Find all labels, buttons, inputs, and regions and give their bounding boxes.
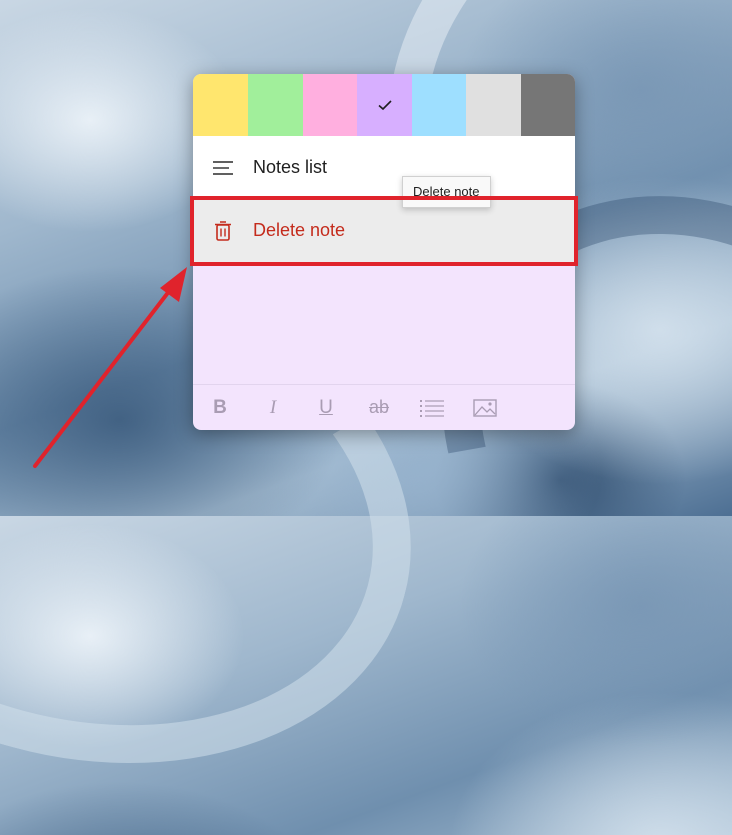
bulleted-list-icon[interactable]: [419, 395, 445, 421]
color-swatch-green[interactable]: [248, 74, 303, 136]
notes-list-label: Notes list: [253, 157, 328, 177]
strikethrough-button[interactable]: ab: [366, 395, 392, 421]
notes-list-menu-item[interactable]: Notes list: [193, 136, 575, 199]
sticky-note-menu: Notes list Delete note B I U ab: [193, 74, 575, 430]
color-swatch-blue[interactable]: [412, 74, 466, 136]
formatting-toolbar: B I U ab: [193, 384, 575, 430]
delete-note-menu-item[interactable]: Delete note: [193, 199, 575, 262]
hamburger-icon: [212, 157, 234, 179]
checkmark-icon: [377, 100, 392, 111]
image-icon[interactable]: [472, 395, 498, 421]
color-swatch-purple[interactable]: [357, 74, 412, 136]
color-swatch-gray[interactable]: [466, 74, 521, 136]
color-swatch-yellow[interactable]: [193, 74, 248, 136]
color-swatch-charcoal[interactable]: [521, 74, 575, 136]
delete-note-label: Delete note: [253, 220, 346, 240]
underline-button[interactable]: U: [313, 395, 339, 421]
bold-button[interactable]: B: [207, 395, 233, 421]
color-swatch-pink[interactable]: [303, 74, 357, 136]
color-picker-row: [193, 74, 575, 136]
tooltip: Delete note: [402, 176, 491, 208]
trash-icon: [212, 220, 234, 242]
italic-button[interactable]: I: [260, 395, 286, 421]
